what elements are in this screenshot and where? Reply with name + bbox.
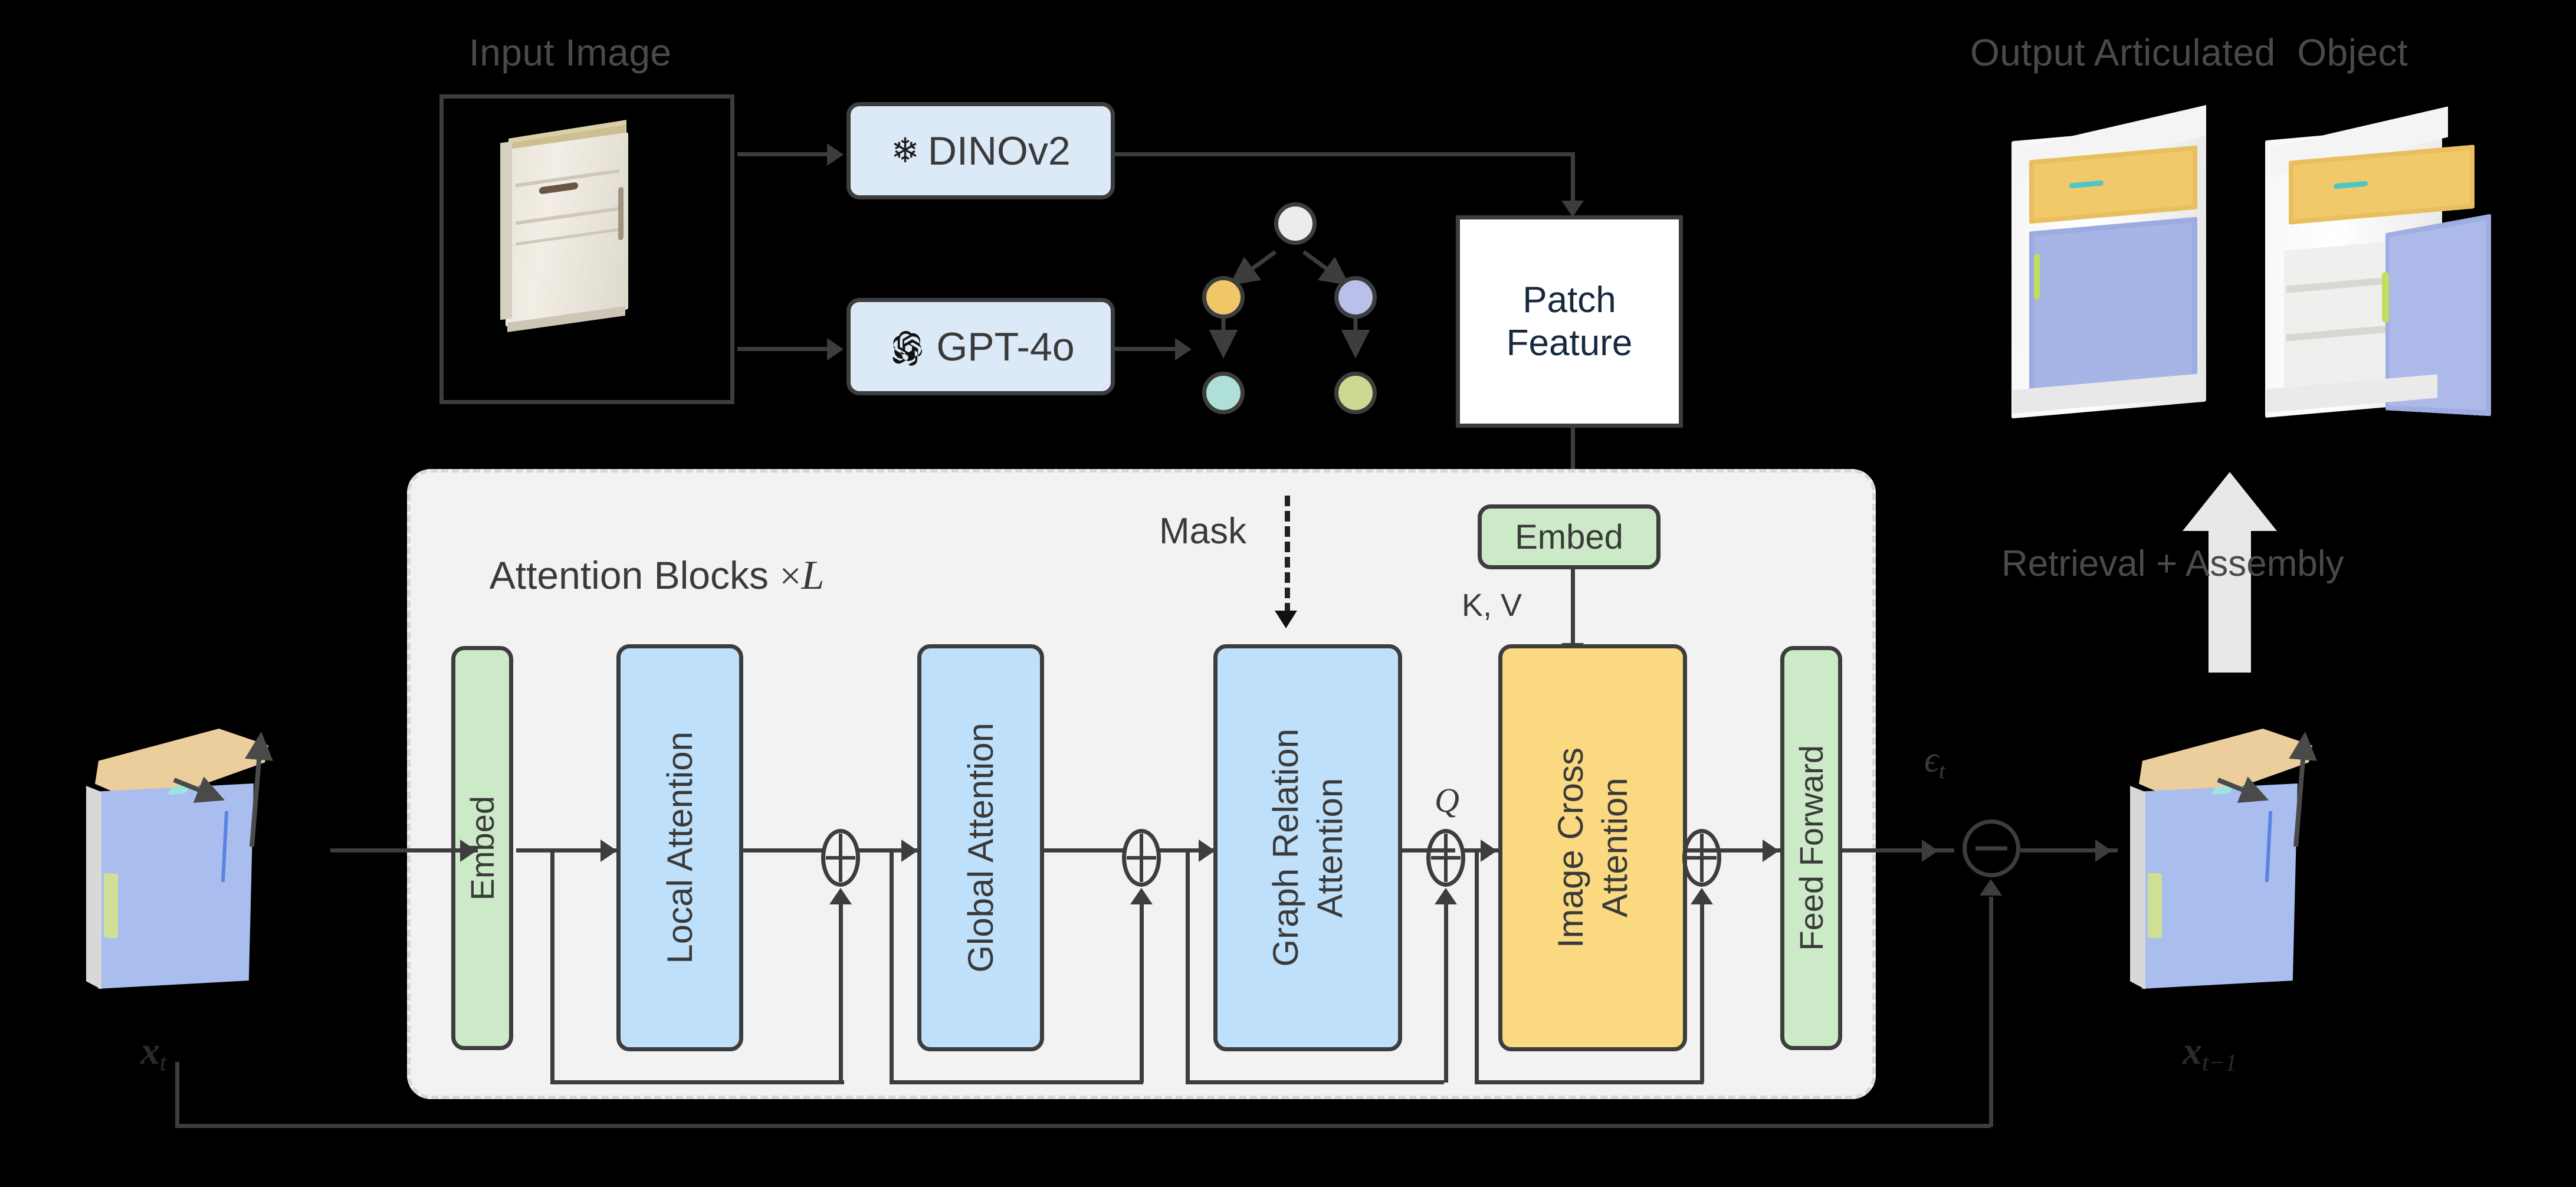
residual-add4-arrow [1691,888,1713,904]
flow-arrow-cross-head [1481,840,1497,862]
attention-blocks-title: Attention Blocks ×L [448,507,825,644]
flow-arrow-graph-head [1199,840,1215,862]
flow-arrow-ff-head [1763,840,1779,862]
graph-node-left-child[interactable] [1202,372,1245,414]
arrow-gpt-to-graph [1115,347,1177,351]
flow-arrow-local-head [600,840,617,862]
output-title: Output Articulated Object [1970,31,2408,74]
mask-dashed-line [1285,496,1290,614]
residual-rail-2 [890,1080,1143,1084]
xt-label: xt [140,1028,166,1076]
snowflake-icon: ❄ [891,131,920,170]
local-attention-box[interactable]: Local Attention [616,644,743,1051]
flow-arrow-xprev-head [2095,840,2112,862]
retrieval-assembly-label: Retrieval + Assembly [2001,543,2344,584]
residual-rail-4 [1475,1080,1704,1084]
xt-noisy-object-render [77,696,289,991]
residual-add-4 [1682,829,1721,887]
residual-up-to-add4 [1700,903,1704,1083]
dinov2-box[interactable]: ❄ DINOv2 [846,102,1115,199]
flow-line-local-to-add1 [743,848,826,852]
xprev-sub: t−1 [2202,1049,2237,1076]
epsilon-base: ϵ [1924,740,1939,780]
arrow-dino-to-patch-v [1571,152,1575,205]
patch-feature-line2: Feature [1506,323,1633,363]
image-cross-attention-box[interactable]: Image Cross Attention [1498,644,1687,1051]
residual-add-1 [821,829,860,887]
subtract-node [1963,819,2020,877]
residual-up-to-add1 [839,903,843,1083]
graph-node-left[interactable] [1202,276,1245,319]
openai-logo-icon [887,327,926,366]
output-cabinet-closed [2006,105,2242,428]
flow-arrow-subtract-head [1922,840,1938,862]
flow-arrow-global-head [901,840,918,862]
residual-branch-global-in [890,848,894,1084]
arrow-embed-to-cross-v [1571,569,1575,652]
arrow-xt-to-panel [330,848,478,852]
input-cabinet-render [444,99,730,400]
feedback-up-to-subtract [1989,897,1993,1127]
graph-relation-attention-label: Graph Relation Attention [1266,729,1350,967]
residual-branch-cross-in [1475,848,1479,1084]
image-cross-attention-label: Image Cross Attention [1551,747,1635,949]
arrow-image-to-dino [737,152,829,156]
embed-top-label: Embed [1515,517,1623,556]
dinov2-label: DINOv2 [927,128,1071,173]
gpt4o-label: GPT-4o [936,324,1075,369]
q-label: Q [1435,781,1459,819]
input-image-title: Input Image [469,31,672,74]
residual-add-2 [1122,829,1161,887]
feed-forward-label: Feed Forward [1793,745,1830,951]
embed-top-box[interactable]: Embed [1478,504,1661,569]
xprev-label: xt−1 [2183,1028,2237,1076]
arrow-dino-to-patch-h [1115,152,1575,156]
output-cabinet-open [2259,106,2536,431]
xprev-base: x [2183,1029,2202,1073]
epsilon-t-label: ϵt [1924,739,1945,784]
graph-node-right[interactable] [1334,276,1377,319]
residual-branch-embed [550,848,554,1084]
feedback-bottom-rail [175,1124,1991,1128]
times-symbol: × [779,555,802,598]
feed-forward-box[interactable]: Feed Forward [1780,646,1842,1050]
arrow-dino-to-patch-head [1561,201,1584,217]
global-attention-box[interactable]: Global Attention [917,644,1044,1051]
kv-label: K, V [1462,588,1522,623]
residual-rail-1 [550,1080,844,1084]
gpt4o-box[interactable]: GPT-4o [846,298,1115,395]
arrow-image-to-dino-head [827,143,844,166]
xt-base: x [140,1029,160,1073]
residual-branch-graph-in [1186,848,1190,1084]
mask-label: Mask [1159,511,1247,552]
input-image-frame [439,94,734,404]
residual-add2-arrow [1130,888,1153,904]
global-attention-label: Global Attention [961,723,1000,973]
flow-line-global-to-add2 [1044,848,1127,852]
arrow-image-to-gpt-head [827,338,844,360]
graph-relation-attention-box[interactable]: Graph Relation Attention [1213,644,1402,1051]
figure-canvas: Input Image ❄ DINOv2 GPT-4o Patch Featur… [0,0,2576,1187]
feedback-subtract-arrow [1980,879,2002,896]
residual-add-3 [1426,829,1465,887]
residual-up-to-add2 [1140,903,1144,1083]
residual-up-to-add3 [1444,903,1448,1083]
mask-arrow-head [1275,611,1297,628]
graph-node-root[interactable] [1274,202,1317,245]
attention-blocks-title-text: Attention Blocks [489,553,780,597]
feedback-left-riser [175,1062,179,1128]
patch-feature-box: Patch Feature [1456,215,1683,428]
patch-feature-line1: Patch [1522,279,1616,320]
xprev-object-render [2121,696,2333,991]
epsilon-sub: t [1938,758,1945,783]
graph-node-right-child[interactable] [1334,372,1377,414]
local-attention-label: Local Attention [660,732,700,964]
layer-count-L: L [801,553,825,598]
residual-add3-arrow [1435,888,1457,904]
residual-add1-arrow [829,888,852,904]
residual-rail-3 [1186,1080,1444,1084]
arrow-xt-to-panel-head [460,840,477,862]
arrow-image-to-gpt [737,347,829,351]
xt-sub: t [160,1049,167,1076]
